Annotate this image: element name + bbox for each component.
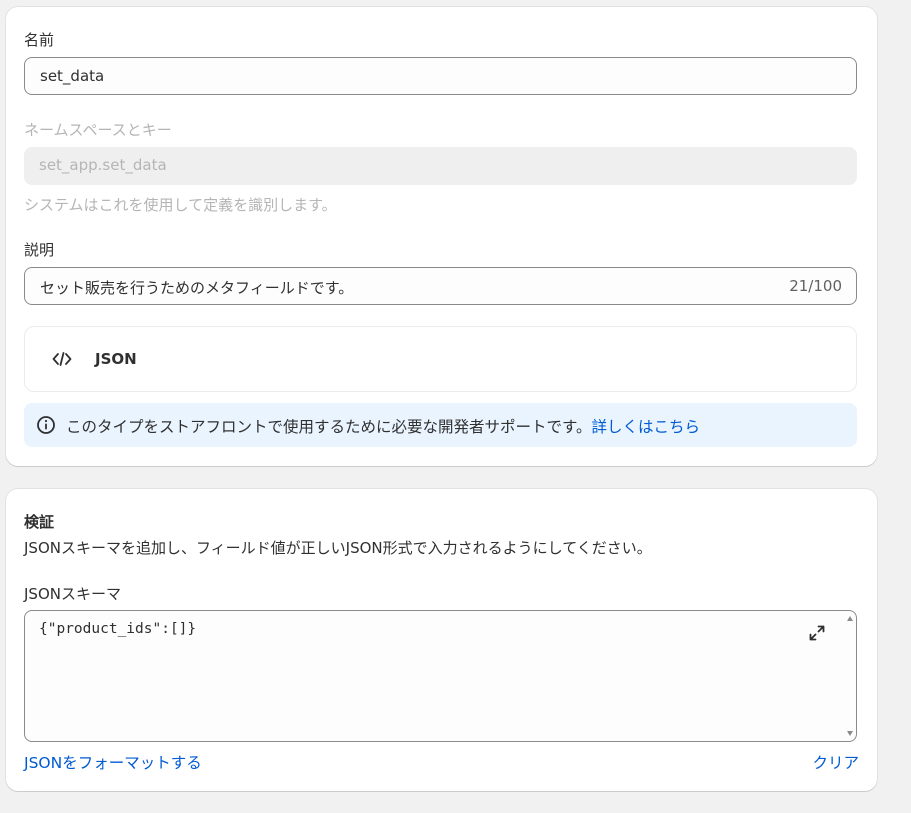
- info-banner-text: このタイプをストアフロントで使用するために必要な開発者サポートです。詳しくはこち…: [66, 415, 700, 437]
- name-input[interactable]: set_data: [24, 57, 857, 95]
- scrollbar-up-arrow[interactable]: [847, 616, 853, 621]
- validation-description: JSONスキーマを追加し、フィールド値が正しいJSON形式で入力されるようにして…: [24, 539, 652, 557]
- info-icon: [37, 416, 55, 434]
- description-label: 説明: [24, 241, 55, 259]
- json-schema-label: JSONスキーマ: [24, 585, 121, 603]
- description-input[interactable]: セット販売を行うためのメタフィールドです。 21/100: [24, 267, 857, 305]
- character-counter: 21/100: [789, 277, 842, 295]
- learn-more-link[interactable]: 詳しくはこちら: [591, 418, 700, 436]
- expand-icon[interactable]: [808, 624, 826, 642]
- scrollbar-down-arrow[interactable]: [847, 731, 853, 736]
- type-name: JSON: [95, 350, 137, 368]
- info-banner-message: このタイプをストアフロントで使用するために必要な開発者サポートです。: [66, 418, 592, 436]
- validation-card: 検証 JSONスキーマを追加し、フィールド値が正しいJSON形式で入力されるよう…: [6, 489, 877, 791]
- namespace-input: set_app.set_data: [24, 147, 857, 185]
- clear-link[interactable]: クリア: [812, 751, 859, 773]
- name-input-value: set_data: [40, 67, 105, 85]
- validation-title: 検証: [24, 513, 55, 531]
- format-json-link[interactable]: JSONをフォーマットする: [24, 751, 202, 773]
- name-label: 名前: [24, 31, 55, 49]
- code-icon: [52, 352, 72, 366]
- json-schema-value: {"product_ids":[]}: [39, 621, 197, 637]
- json-schema-textarea[interactable]: {"product_ids":[]}: [24, 610, 857, 742]
- namespace-label: ネームスペースとキー: [24, 121, 172, 139]
- definition-card: 名前 set_data ネームスペースとキー set_app.set_data …: [6, 7, 877, 466]
- type-selector[interactable]: JSON: [24, 326, 857, 392]
- namespace-help-text: システムはこれを使用して定義を識別します。: [24, 196, 337, 214]
- description-input-value: セット販売を行うためのメタフィールドです。: [40, 279, 354, 297]
- info-banner: このタイプをストアフロントで使用するために必要な開発者サポートです。詳しくはこち…: [24, 403, 857, 447]
- namespace-input-value: set_app.set_data: [39, 156, 167, 174]
